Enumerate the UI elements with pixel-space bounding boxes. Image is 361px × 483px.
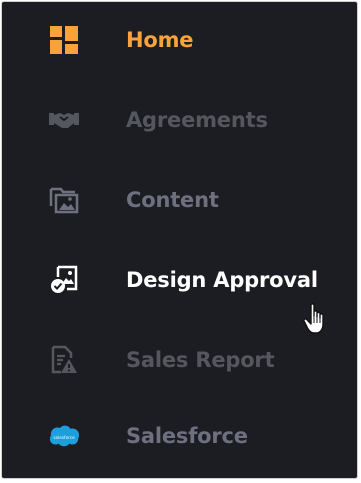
sidebar-item-label: Design Approval xyxy=(126,268,318,292)
sidebar-item-label: Agreements xyxy=(126,108,268,132)
sidebar-nav: Home Agreements Content Design Approval … xyxy=(2,2,357,478)
salesforce-logo-text: salesforce xyxy=(53,435,75,440)
sidebar-item-agreements[interactable]: Agreements xyxy=(2,100,357,140)
sidebar-item-label: Salesforce xyxy=(126,424,248,448)
media-folder-icon xyxy=(48,184,80,216)
report-warning-icon xyxy=(48,344,80,376)
sidebar-item-design-approval[interactable]: Design Approval xyxy=(2,260,357,300)
sidebar-item-salesforce[interactable]: salesforce Salesforce xyxy=(2,416,357,456)
sidebar-panel: Home Agreements Content Design Approval … xyxy=(2,2,357,478)
image-approval-icon xyxy=(48,264,80,296)
dashboard-icon xyxy=(48,24,80,56)
sidebar-item-label: Sales Report xyxy=(126,348,275,372)
sidebar-item-sales-report[interactable]: Sales Report xyxy=(2,340,357,380)
sidebar-item-label: Content xyxy=(126,188,219,212)
handshake-icon xyxy=(48,104,80,136)
sidebar-item-home[interactable]: Home xyxy=(2,20,357,60)
hand-pointer-icon xyxy=(302,302,332,336)
sidebar-item-content[interactable]: Content xyxy=(2,180,357,220)
salesforce-cloud-icon: salesforce xyxy=(48,420,80,452)
sidebar-item-label: Home xyxy=(126,28,194,52)
